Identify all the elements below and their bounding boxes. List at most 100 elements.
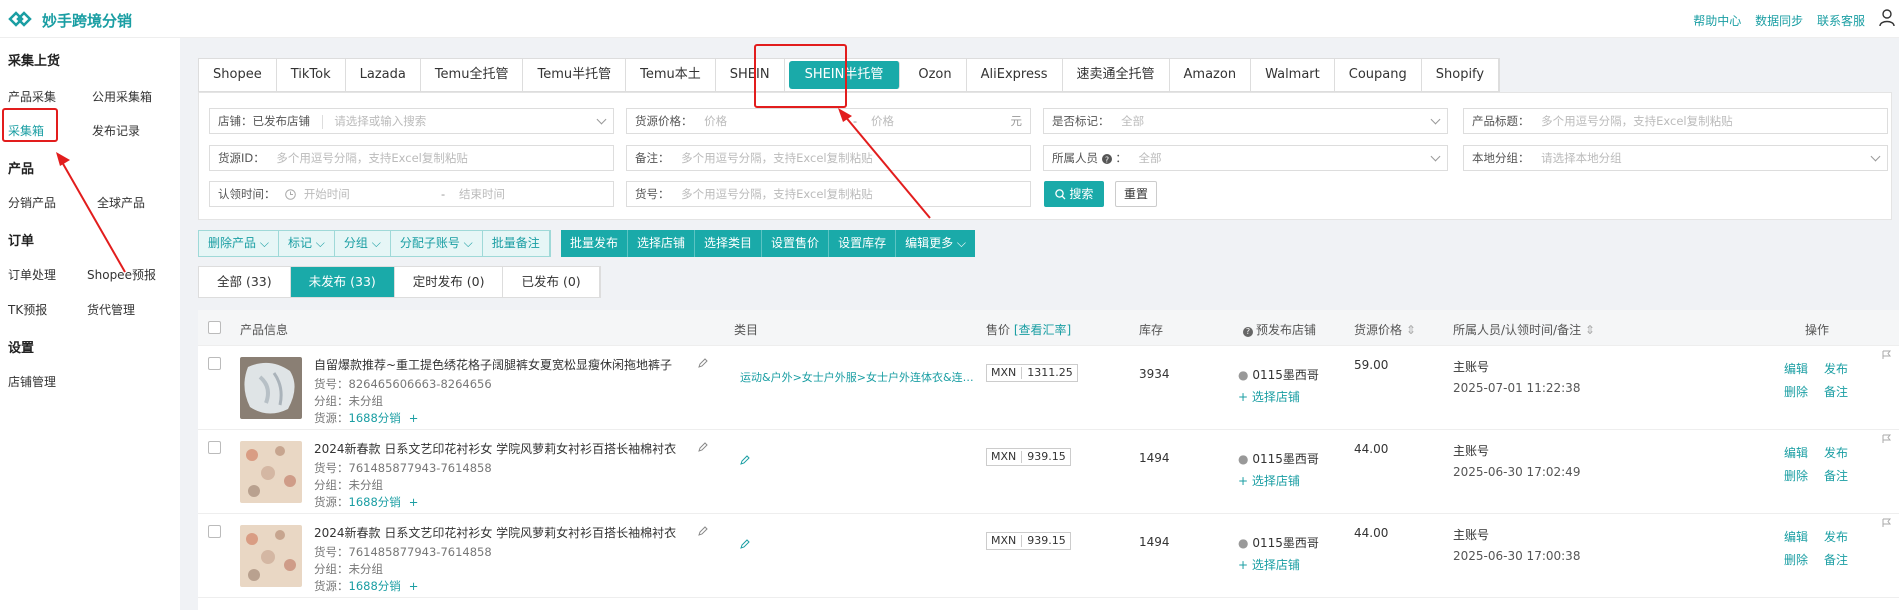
plus-icon[interactable]: +	[409, 579, 419, 593]
choose-store-button[interactable]: 选择店铺	[628, 230, 696, 257]
publish-button[interactable]: 发布	[1824, 528, 1848, 545]
source-link[interactable]: 1688分销	[349, 411, 401, 425]
set-stock-button[interactable]: 设置库存	[829, 230, 897, 257]
sidebar-item-product-collect[interactable]: 产品采集	[8, 88, 56, 105]
claim-end[interactable]: 结束时间	[459, 182, 505, 206]
tab-amazon[interactable]: Amazon	[1170, 59, 1252, 91]
tab-all[interactable]: 全部 (33)	[199, 267, 291, 297]
note-button[interactable]: 备注	[1824, 551, 1848, 568]
sidebar-item-order-process[interactable]: 订单处理	[8, 266, 56, 283]
tab-unpublished[interactable]: 未发布 (33)	[290, 267, 395, 297]
stock-value[interactable]: 3934	[1139, 367, 1170, 381]
bulk-note-button[interactable]: 批量备注	[483, 231, 550, 256]
bulk-publish-button[interactable]: 批量发布	[561, 230, 629, 257]
delete-button[interactable]: 删除	[1784, 467, 1808, 484]
mark-button[interactable]: 标记 ⌵	[279, 231, 335, 256]
delete-button[interactable]: 删除	[1784, 551, 1808, 568]
note-button[interactable]: 备注	[1824, 383, 1848, 400]
marked-select[interactable]: 是否标记： 全部	[1043, 108, 1448, 134]
tab-temu-local[interactable]: Temu本土	[626, 59, 716, 91]
tab-temu-full[interactable]: Temu全托管	[421, 59, 524, 91]
sidebar-item-tk-forecast[interactable]: TK预报	[8, 301, 47, 318]
product-title[interactable]: 2024新春款 日系文艺印花衬衫女 学院风萝莉女衬衫百搭长袖棉衬衣	[314, 440, 676, 457]
row-checkbox[interactable]	[208, 441, 221, 454]
plus-icon[interactable]: +	[409, 411, 419, 425]
pencil-icon[interactable]	[698, 442, 708, 452]
tab-temu-semi[interactable]: Temu半托管	[523, 59, 627, 91]
row-checkbox[interactable]	[208, 357, 221, 370]
sidebar-item-publish-log[interactable]: 发布记录	[92, 122, 140, 139]
source-id-field[interactable]: 货源ID： 多个用逗号分隔，支持Excel复制粘贴	[209, 145, 614, 171]
row-checkbox[interactable]	[208, 525, 221, 538]
choose-store-link[interactable]: + 选择店铺	[1238, 472, 1300, 489]
col-owner[interactable]: 所属人员/认领时间/备注 ⇕	[1453, 321, 1595, 338]
assign-subaccount-button[interactable]: 分配子账号 ⌵	[391, 231, 483, 256]
claim-start[interactable]: 开始时间	[304, 187, 350, 201]
tab-aliexpress[interactable]: AliExpress	[967, 59, 1063, 91]
sidebar-item-forwarder[interactable]: 货代管理	[87, 301, 135, 318]
store-select[interactable]: 店铺：已发布店铺 请选择或输入搜索	[209, 108, 614, 134]
tab-ae-full[interactable]: 速卖通全托管	[1063, 59, 1170, 91]
tab-scheduled[interactable]: 定时发布 (0)	[395, 267, 504, 297]
sidebar-item-dist-products[interactable]: 分销产品	[8, 194, 56, 211]
flag-icon[interactable]	[1882, 350, 1892, 360]
source-link[interactable]: 1688分销	[349, 579, 401, 593]
select-all-checkbox[interactable]	[208, 321, 221, 334]
sku-field[interactable]: 货号： 多个用逗号分隔，支持Excel复制粘贴	[626, 181, 1031, 207]
user-icon[interactable]	[1879, 9, 1895, 27]
choose-category-button[interactable]: 选择类目	[695, 230, 763, 257]
choose-store-link[interactable]: + 选择店铺	[1238, 556, 1300, 573]
source-link[interactable]: 1688分销	[349, 495, 401, 509]
tab-lazada[interactable]: Lazada	[346, 59, 421, 91]
claim-time-range[interactable]: 认领时间： 开始时间 - 结束时间	[209, 181, 614, 207]
edit-button[interactable]: 编辑	[1784, 444, 1808, 461]
publish-button[interactable]: 发布	[1824, 360, 1848, 377]
price-min[interactable]: 价格	[704, 114, 727, 128]
delete-button[interactable]: 删除	[1784, 383, 1808, 400]
reset-button[interactable]: 重置	[1115, 181, 1157, 207]
search-button[interactable]: 搜索	[1044, 181, 1104, 207]
product-category[interactable]: 运动&户外>女士户外服>女士户外连体衣&连…	[740, 369, 974, 385]
price-box[interactable]: MXN 939.15	[986, 448, 1071, 466]
stock-value[interactable]: 1494	[1139, 535, 1170, 549]
edit-button[interactable]: 编辑	[1784, 360, 1808, 377]
sync-link[interactable]: 数据同步	[1755, 14, 1803, 28]
note-field[interactable]: 备注： 多个用逗号分隔，支持Excel复制粘贴	[626, 145, 1031, 171]
product-title[interactable]: 自留爆款推荐~重工提色绣花格子阔腿裤女夏宽松显瘦休闲拖地裤子	[314, 356, 672, 373]
choose-store-link[interactable]: + 选择店铺	[1238, 388, 1300, 405]
sidebar-item-store-manage[interactable]: 店铺管理	[8, 373, 56, 390]
support-link[interactable]: 联系客服	[1817, 14, 1865, 28]
sidebar-item-shopee-forecast[interactable]: Shopee预报	[87, 266, 156, 283]
tab-shopee[interactable]: Shopee	[199, 59, 277, 91]
flag-icon[interactable]	[1882, 434, 1892, 444]
tab-shopify[interactable]: Shopify	[1422, 59, 1500, 91]
tab-ozon[interactable]: Ozon	[904, 59, 967, 91]
edit-more-button[interactable]: 编辑更多 ⌵	[896, 230, 975, 257]
local-group-select[interactable]: 本地分组： 请选择本地分组	[1463, 145, 1888, 171]
set-price-button[interactable]: 设置售价	[762, 230, 830, 257]
stock-value[interactable]: 1494	[1139, 451, 1170, 465]
price-max[interactable]: 价格	[871, 109, 894, 133]
sidebar-item-public-box[interactable]: 公用采集箱	[92, 88, 152, 105]
help-link[interactable]: 帮助中心	[1693, 14, 1741, 28]
exchange-rate-link[interactable]: [查看汇率]	[1014, 323, 1071, 337]
title-field[interactable]: 产品标题： 多个用逗号分隔，支持Excel复制粘贴	[1463, 108, 1888, 134]
flag-icon[interactable]	[1882, 518, 1892, 528]
edit-button[interactable]: 编辑	[1784, 528, 1808, 545]
tab-published[interactable]: 已发布 (0)	[503, 267, 600, 297]
publish-button[interactable]: 发布	[1824, 444, 1848, 461]
price-box[interactable]: MXN 1311.25	[986, 364, 1078, 382]
product-title[interactable]: 2024新春款 日系文艺印花衬衫女 学院风萝莉女衬衫百搭长袖棉衬衣	[314, 524, 676, 541]
note-button[interactable]: 备注	[1824, 467, 1848, 484]
price-box[interactable]: MXN 939.15	[986, 532, 1071, 550]
tab-coupang[interactable]: Coupang	[1335, 59, 1422, 91]
tab-walmart[interactable]: Walmart	[1251, 59, 1335, 91]
pencil-icon[interactable]	[698, 526, 708, 536]
pencil-icon[interactable]	[740, 455, 750, 465]
group-button[interactable]: 分组 ⌵	[335, 231, 391, 256]
pencil-icon[interactable]	[740, 539, 750, 549]
price-range[interactable]: 货源价格： 价格 - 价格 元	[626, 108, 1031, 134]
pencil-icon[interactable]	[698, 358, 708, 368]
tab-tiktok[interactable]: TikTok	[277, 59, 346, 91]
sidebar-item-global-products[interactable]: 全球产品	[97, 194, 145, 211]
